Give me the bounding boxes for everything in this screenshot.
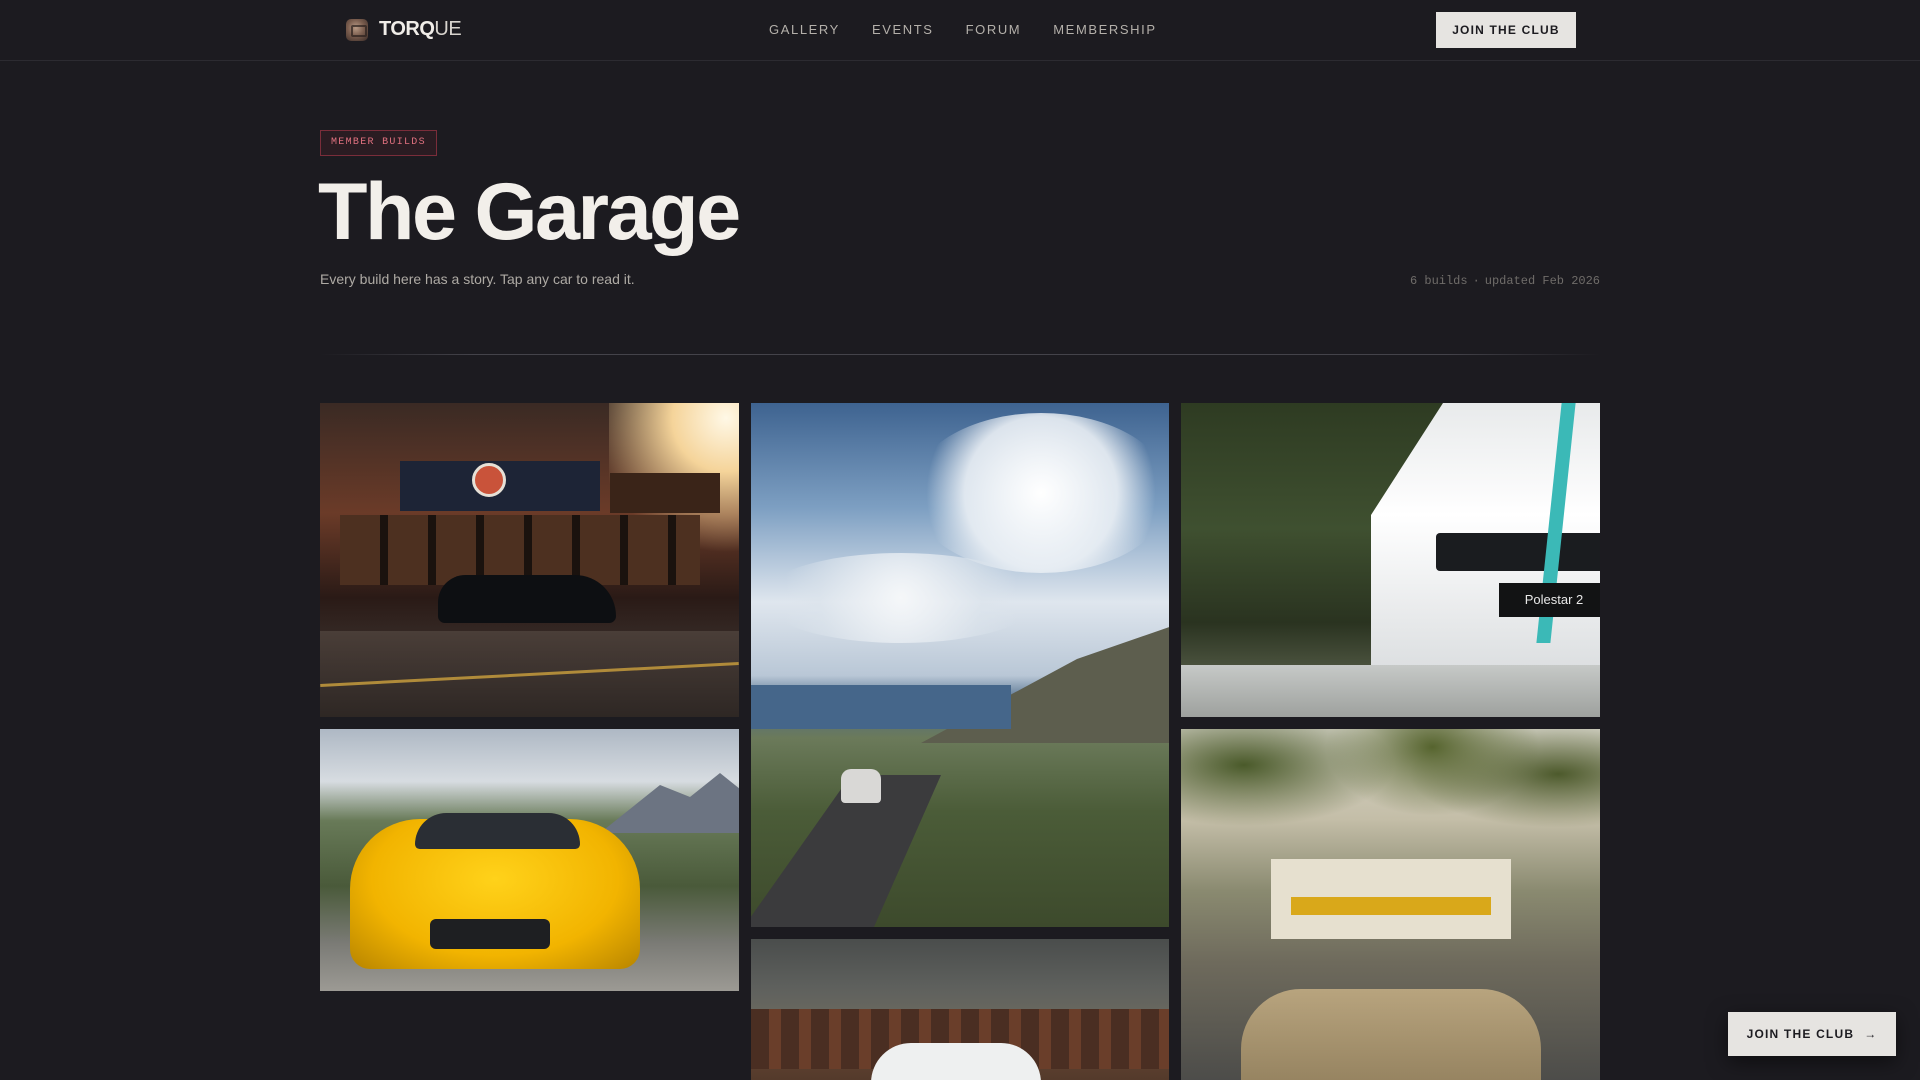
gallery-tile-polestar[interactable]: Polestar 2 <box>1181 403 1600 717</box>
builds-meta: 6 builds · updated Feb 2026 <box>1410 274 1600 288</box>
shop-sign <box>472 463 506 497</box>
top-nav: TORQUE GALLERY EVENTS FORUM MEMBERSHIP J… <box>0 0 1920 61</box>
mountain <box>600 773 739 833</box>
gallery-tile-yellow-sportscar[interactable] <box>320 729 739 991</box>
meta-separator: · <box>1472 274 1480 288</box>
nav-link-events[interactable]: EVENTS <box>872 22 934 37</box>
windshield <box>415 813 580 849</box>
front-intake <box>430 919 550 949</box>
floating-cta-label: JOIN THE CLUB <box>1746 1027 1855 1041</box>
polestar-plate: Polestar 2 <box>1499 583 1600 617</box>
winding-road <box>751 775 941 927</box>
white-suv <box>871 1043 1041 1080</box>
ground <box>1181 665 1600 717</box>
camera-logo-icon <box>346 18 368 41</box>
brand-name-bold: TORQ <box>379 18 435 40</box>
builds-count: 6 builds <box>1409 274 1468 288</box>
brand-name-light: UE <box>434 18 462 40</box>
page-title: The Garage <box>318 167 741 257</box>
black-car <box>438 575 616 623</box>
cloud <box>911 413 1169 573</box>
convertible-car <box>841 769 881 803</box>
nav-link-gallery[interactable]: GALLERY <box>769 22 840 37</box>
cloud <box>761 553 1041 643</box>
nav-link-membership[interactable]: MEMBERSHIP <box>1053 22 1156 37</box>
page-subtitle: Every build here has a story. Tap any ca… <box>320 271 635 287</box>
shop-awning-2 <box>610 473 720 513</box>
join-club-button[interactable]: JOIN THE CLUB <box>1436 12 1576 48</box>
nav-links: GALLERY EVENTS FORUM MEMBERSHIP <box>769 22 1189 37</box>
ocean <box>751 685 1011 729</box>
brand-name: TORQUE <box>379 18 462 41</box>
updated-date: updated Feb 2026 <box>1484 274 1600 288</box>
floating-join-club-button[interactable]: JOIN THE CLUB → <box>1728 1012 1896 1056</box>
gallery-tile-coastal-road[interactable] <box>751 403 1169 927</box>
arrow-right-icon: → <box>1864 1027 1878 1041</box>
gallery-tile-white-car-cloudy[interactable] <box>751 939 1169 1080</box>
member-builds-badge: MEMBER BUILDS <box>320 130 437 156</box>
section-divider <box>320 354 1600 355</box>
nav-link-forum[interactable]: FORUM <box>966 22 1022 37</box>
gallery-tile-storefront[interactable] <box>320 403 739 717</box>
brand[interactable]: TORQUE <box>346 18 462 41</box>
storefront-signs <box>1291 897 1491 915</box>
vintage-sedan <box>1241 989 1541 1080</box>
car-grille <box>1436 533 1600 571</box>
gallery-tile-palm-street[interactable] <box>1181 729 1600 1080</box>
